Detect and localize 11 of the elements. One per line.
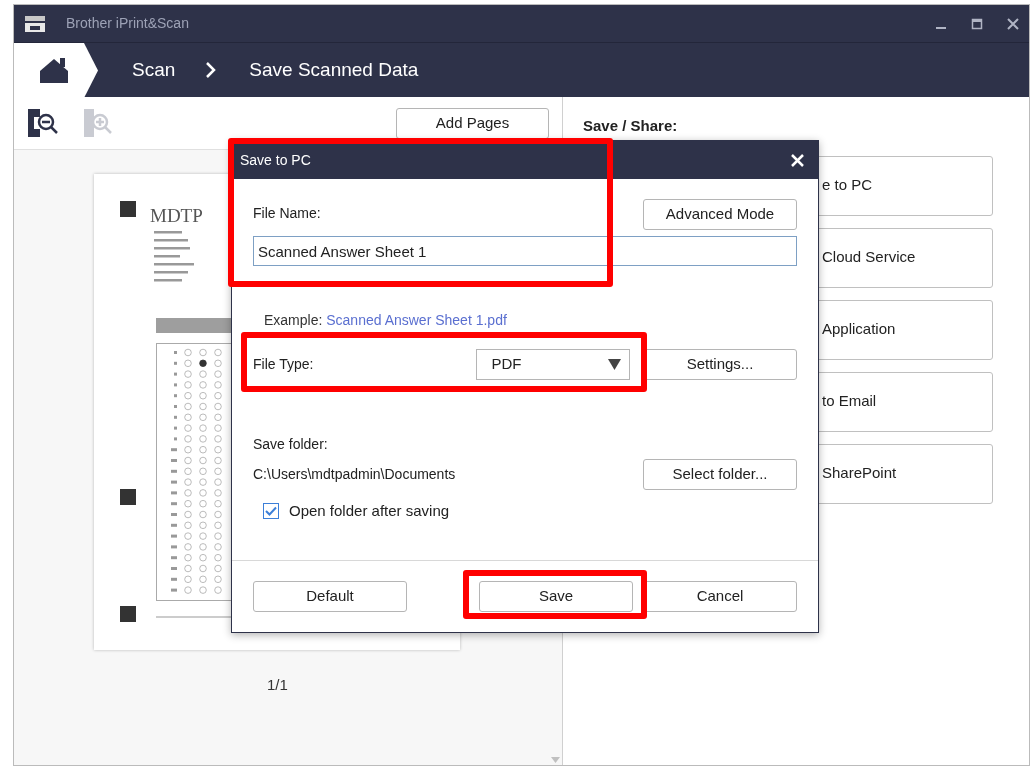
window-title: Brother iPrint&Scan bbox=[66, 14, 189, 33]
share-panel-title: Save / Share: bbox=[583, 116, 679, 136]
field-label: File Name: bbox=[253, 204, 321, 223]
dialog-title: Save to PC bbox=[240, 150, 311, 170]
folder-path: C:\Users\mdtpadmin\Documents bbox=[253, 465, 456, 484]
field-label: File Type: bbox=[253, 355, 314, 374]
field-label: Save folder: bbox=[253, 435, 329, 454]
document-heading: MDTP bbox=[150, 204, 203, 228]
page-indicator: 1/1 bbox=[267, 675, 288, 695]
checkbox-label: Open folder after saving bbox=[289, 501, 450, 521]
example-text: Example: Scanned Answer Sheet 1.pdf bbox=[264, 311, 508, 330]
